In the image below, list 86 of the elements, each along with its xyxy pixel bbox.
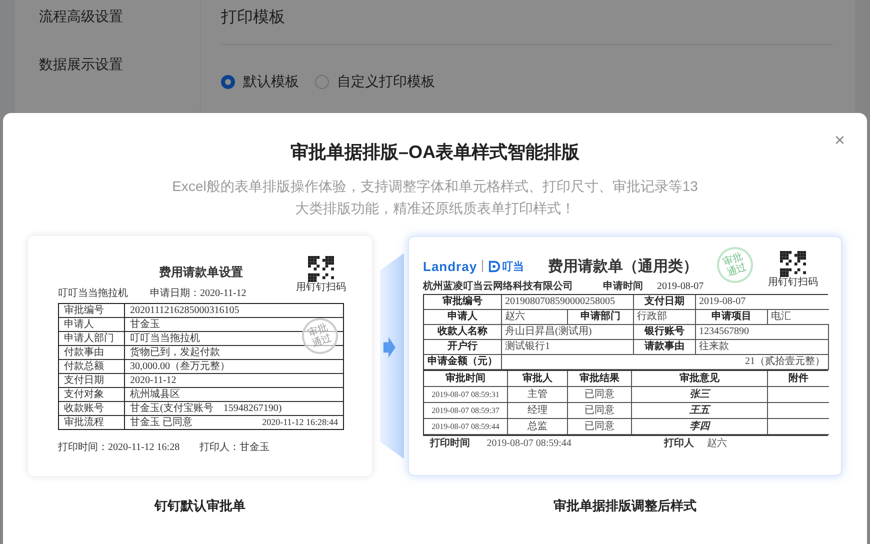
cell-value: 2020-11-12 [130, 374, 176, 387]
cell-value: 2019-08-07 08:59:37 [432, 406, 500, 415]
cell-value: 杭州城县区 [130, 388, 180, 401]
column-header: 审批时间 [446, 373, 486, 384]
sidebar-item[interactable]: 数据展示设置 [39, 52, 200, 76]
cell-value: 2020111216285000316105 [130, 304, 240, 317]
close-button[interactable]: × [832, 131, 847, 149]
qr-caption: 用钉钉扫码 [768, 277, 818, 288]
cell-value: 2019-08-07 [699, 296, 746, 307]
radio-option[interactable]: 自定义打印模板 [315, 73, 435, 91]
column-header: 附件 [788, 373, 808, 384]
form-title: 费用请款单（通用类） [548, 257, 698, 276]
printer-label: 打印人 [662, 437, 695, 451]
cell-value: 主管 [528, 389, 548, 400]
modal-title: 审批单据排版–OA表单样式智能排版 [289, 141, 580, 164]
modal-description: Excel般的表单排版操作体验，支持调整字体和单元格样式、打印尺寸、审批记录等13 大类排版功能，精准还原纸质表单打印样式！ [171, 177, 699, 218]
cell-label: 银行账号 [644, 326, 684, 337]
cell-value: 2019080708590000258005 [505, 296, 615, 307]
signature: 李四 [690, 421, 710, 432]
cell-label: 开户行 [448, 341, 478, 352]
sidebar-item[interactable]: 流程高级设置 [39, 4, 200, 28]
cell-label: 支付对象 [64, 388, 104, 401]
cell-label: 付款总额 [64, 360, 104, 373]
cell-label: 支付日期 [644, 296, 684, 307]
printer-name: 打印人：甘金玉 [200, 440, 270, 454]
cell-value: 30,000.00（叁万元整） [130, 360, 230, 373]
qr-caption: 用钉钉扫码 [296, 282, 346, 293]
cell-label: 支付日期 [64, 374, 104, 387]
form-title: 费用请款单设置 [159, 264, 243, 281]
cell-label: 审批编号 [442, 296, 482, 307]
cell-value: 舟山日昇昌(测试用) [505, 326, 592, 337]
cell-value: 2019-08-07 08:59:44 [432, 422, 500, 431]
preview-caption: 钉钉默认审批单 [154, 497, 246, 515]
cell-label: 申请部门 [580, 311, 620, 322]
cell-label: 申请人 [64, 318, 94, 331]
column-header: 审批人 [522, 373, 552, 384]
print-time-label: 打印时间 [428, 437, 471, 451]
apply-time: 2019-08-07 [657, 280, 704, 293]
logo-icon [488, 260, 502, 272]
signature: 张三 [690, 389, 710, 400]
cell-value: 已同意 [584, 421, 614, 432]
company-name: 叮叮当当拖拉机 [58, 288, 128, 300]
preview-caption: 审批单据排版调整后样式 [554, 497, 696, 515]
cell-value: 往来款 [699, 341, 729, 352]
cell-label: 审批流程 [64, 416, 104, 429]
apply-date: 申请日期：2020-11-12 [150, 288, 246, 300]
print-time: 打印时间：2020-11-12 16:28 [58, 440, 180, 454]
cell-value: 甘金玉 已同意 [130, 416, 192, 429]
cell-label: 收款人名称 [438, 326, 488, 337]
cell-label: 审批编号 [64, 304, 104, 317]
qr-code-icon [780, 251, 806, 277]
cell-value: 测试银行1 [505, 341, 550, 352]
cell-value: 电汇 [771, 311, 791, 322]
cell-value: 21（贰拾壹元整） [745, 356, 825, 367]
section-title: 打印模板 [221, 6, 833, 45]
apply-time-label: 申请时间 [603, 280, 643, 293]
cell-value: 已同意 [584, 405, 614, 416]
cell-label: 收款账号 [64, 402, 104, 415]
cell-label: 申请人 [448, 311, 478, 322]
cell-label: 申请项目 [712, 311, 752, 322]
column-header: 审批结果 [580, 373, 620, 384]
brand-logo: Landray [423, 258, 478, 274]
print-time: 2019-08-07 08:59:44 [486, 437, 572, 451]
cell-label: 申请人部门 [64, 332, 114, 345]
qr-code-icon [308, 256, 334, 282]
cell-label: 申请金额（元） [428, 356, 498, 367]
cell-time: 2020-11-12 16:28:44 [262, 416, 338, 429]
cell-value: 2019-08-07 08:59:31 [432, 390, 500, 399]
cell-label: 付款事由 [64, 346, 104, 359]
printer-name: 赵六 [706, 437, 728, 451]
radio-option[interactable]: 默认模板 [221, 73, 299, 91]
cell-value: 总监 [528, 421, 548, 432]
cell-value: 行政部 [637, 311, 667, 322]
column-header: 审批意见 [680, 373, 720, 384]
cell-value: 已同意 [584, 389, 614, 400]
signature: 王五 [690, 405, 710, 416]
cell-value: 赵六 [505, 311, 525, 322]
cell-label: 请款事由 [644, 341, 684, 352]
cell-value: 叮叮当当拖拉机 [130, 332, 200, 345]
company-name: 杭州蓝凌叮当云网络科技有限公司 [423, 280, 573, 293]
cell-value: 甘金玉 [130, 318, 160, 331]
cell-value: 1234567890 [699, 326, 749, 337]
cell-value: 经理 [528, 405, 548, 416]
cell-value: 甘金玉(支付宝账号 15948267190) [130, 402, 282, 415]
cell-value: 货物已到，发起付款 [130, 346, 220, 359]
brand-name: 叮当 [502, 260, 524, 274]
